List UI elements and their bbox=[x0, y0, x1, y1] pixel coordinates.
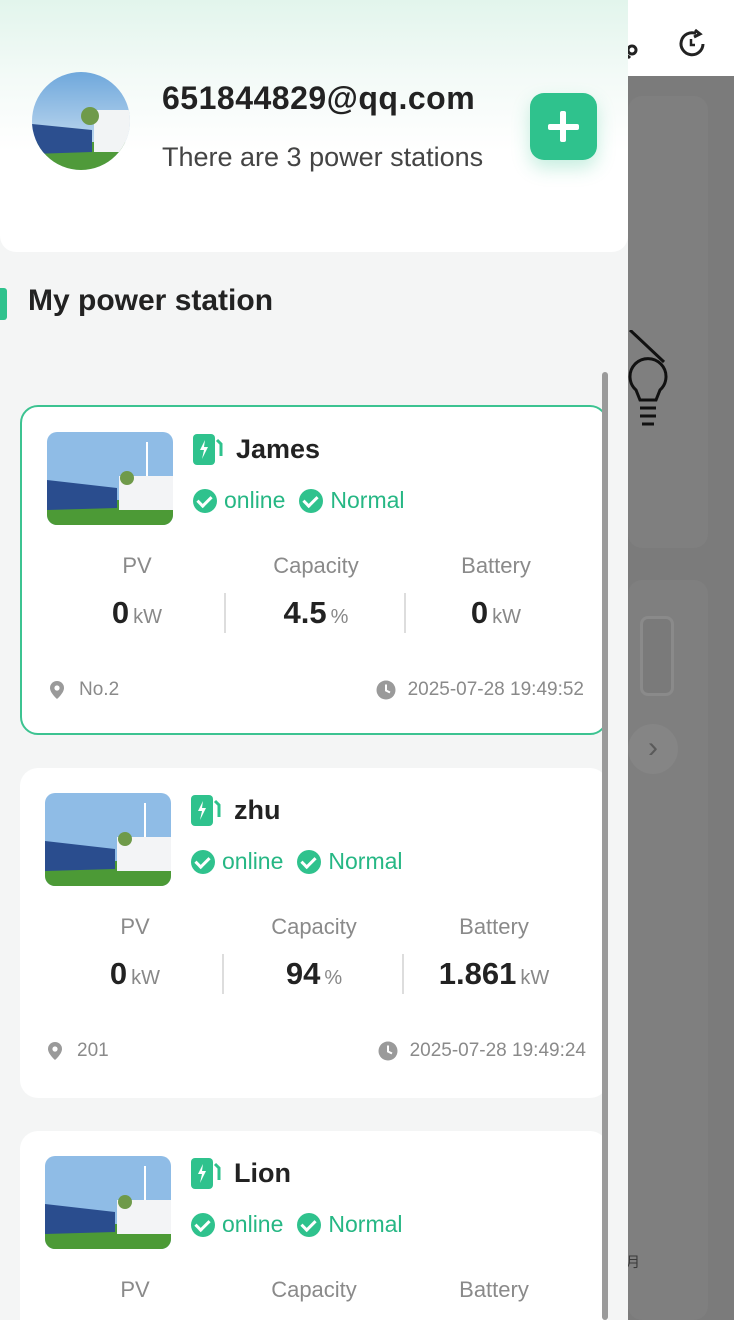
capacity-value: 94 bbox=[285, 956, 321, 991]
add-station-button[interactable] bbox=[530, 93, 597, 160]
pv-metric: PV 0 kW bbox=[47, 553, 227, 631]
status-row: online Normal bbox=[193, 487, 405, 514]
refresh-icon[interactable] bbox=[676, 28, 708, 69]
battery-metric: Battery bbox=[404, 1277, 584, 1303]
station-card[interactable]: zhu online Normal PV 0 kW Capacity 94% Ba… bbox=[20, 768, 608, 1098]
normal-status: Normal bbox=[328, 848, 403, 874]
pv-metric: PV 0 kW bbox=[45, 914, 225, 992]
pv-value: 0 bbox=[109, 956, 128, 991]
capacity-label: Capacity bbox=[271, 914, 357, 939]
capacity-unit: % bbox=[330, 606, 349, 628]
battery-unit: kW bbox=[520, 967, 550, 989]
check-circle-icon bbox=[297, 1212, 322, 1237]
normal-status: Normal bbox=[330, 487, 405, 513]
capacity-label: Capacity bbox=[273, 553, 359, 578]
check-circle-icon bbox=[299, 488, 324, 513]
station-thumbnail bbox=[45, 793, 171, 886]
station-card[interactable]: James online Normal PV 0 kW Capacity 4.5%… bbox=[20, 405, 608, 735]
scrollbar[interactable] bbox=[602, 372, 608, 1320]
clock-icon bbox=[378, 1041, 398, 1061]
pv-label: PV bbox=[120, 1277, 150, 1302]
capacity-metric: Capacity 94% bbox=[224, 914, 404, 992]
charging-station-icon bbox=[191, 795, 221, 826]
capacity-value: 4.5 bbox=[283, 595, 327, 630]
timestamp: 2025-07-28 19:49:52 bbox=[376, 679, 584, 701]
pv-metric: PV bbox=[45, 1277, 225, 1303]
battery-value: 1.861 bbox=[438, 956, 517, 991]
check-circle-icon bbox=[193, 488, 217, 513]
station-thumbnail bbox=[47, 432, 173, 525]
online-status: online bbox=[222, 848, 284, 874]
station-name: James bbox=[236, 434, 321, 464]
location: 201 bbox=[45, 1040, 109, 1062]
capacity-metric: Capacity bbox=[224, 1277, 404, 1303]
check-circle-icon bbox=[191, 1212, 215, 1237]
pv-label: PV bbox=[122, 553, 152, 578]
capacity-metric: Capacity 4.5% bbox=[226, 553, 406, 631]
location-text: 201 bbox=[77, 1040, 109, 1061]
background-panel bbox=[628, 96, 708, 548]
battery-value: 0 bbox=[470, 595, 489, 630]
pv-unit: kW bbox=[133, 606, 163, 628]
status-row: online Normal bbox=[191, 848, 403, 875]
battery-metric: Battery 1.861 kW bbox=[404, 914, 584, 992]
online-status: online bbox=[224, 487, 286, 513]
timestamp-text: 2025-07-28 19:49:52 bbox=[407, 679, 584, 700]
month-label: 月 bbox=[626, 1254, 640, 1270]
location-pin-icon bbox=[48, 1042, 62, 1060]
charging-station-icon bbox=[191, 1158, 221, 1189]
location-pin-icon bbox=[50, 681, 64, 699]
status-row: online Normal bbox=[191, 1211, 403, 1238]
battery-unit: kW bbox=[492, 606, 522, 628]
pv-value: 0 bbox=[111, 595, 130, 630]
section-accent-bar bbox=[0, 288, 7, 320]
station-card[interactable]: Lion online Normal PV Capacity Battery bbox=[20, 1131, 608, 1320]
battery-metric: Battery 0 kW bbox=[406, 553, 586, 631]
section-title: My power station bbox=[28, 284, 274, 317]
check-circle-icon bbox=[297, 849, 322, 874]
battery-label: Battery bbox=[459, 1277, 529, 1302]
station-thumbnail bbox=[45, 1156, 171, 1249]
battery-label: Battery bbox=[459, 914, 529, 939]
lightbulb-icon bbox=[626, 328, 676, 435]
capacity-unit: % bbox=[324, 967, 343, 989]
station-drawer: 651844829@qq.com There are 3 power stati… bbox=[0, 0, 628, 1320]
account-header: 651844829@qq.com There are 3 power stati… bbox=[0, 0, 628, 252]
pv-label: PV bbox=[120, 914, 150, 939]
pv-unit: kW bbox=[131, 967, 161, 989]
avatar bbox=[32, 72, 130, 170]
location-text: No.2 bbox=[79, 679, 120, 700]
normal-status: Normal bbox=[328, 1211, 403, 1237]
charging-station-icon bbox=[193, 434, 223, 465]
timestamp: 2025-07-28 19:49:24 bbox=[378, 1040, 586, 1062]
online-status: online bbox=[222, 1211, 284, 1237]
station-count-text: There are 3 power stations bbox=[162, 142, 484, 172]
battery-label: Battery bbox=[461, 553, 531, 578]
timestamp-text: 2025-07-28 19:49:24 bbox=[409, 1040, 586, 1061]
background-box bbox=[640, 616, 674, 696]
capacity-label: Capacity bbox=[271, 1277, 357, 1302]
account-email: 651844829@qq.com bbox=[162, 80, 476, 116]
station-name: zhu bbox=[234, 795, 281, 825]
next-chevron-button[interactable]: › bbox=[628, 724, 678, 774]
check-circle-icon bbox=[191, 849, 215, 874]
location: No.2 bbox=[47, 679, 119, 701]
clock-icon bbox=[376, 680, 396, 700]
station-name: Lion bbox=[234, 1158, 291, 1188]
